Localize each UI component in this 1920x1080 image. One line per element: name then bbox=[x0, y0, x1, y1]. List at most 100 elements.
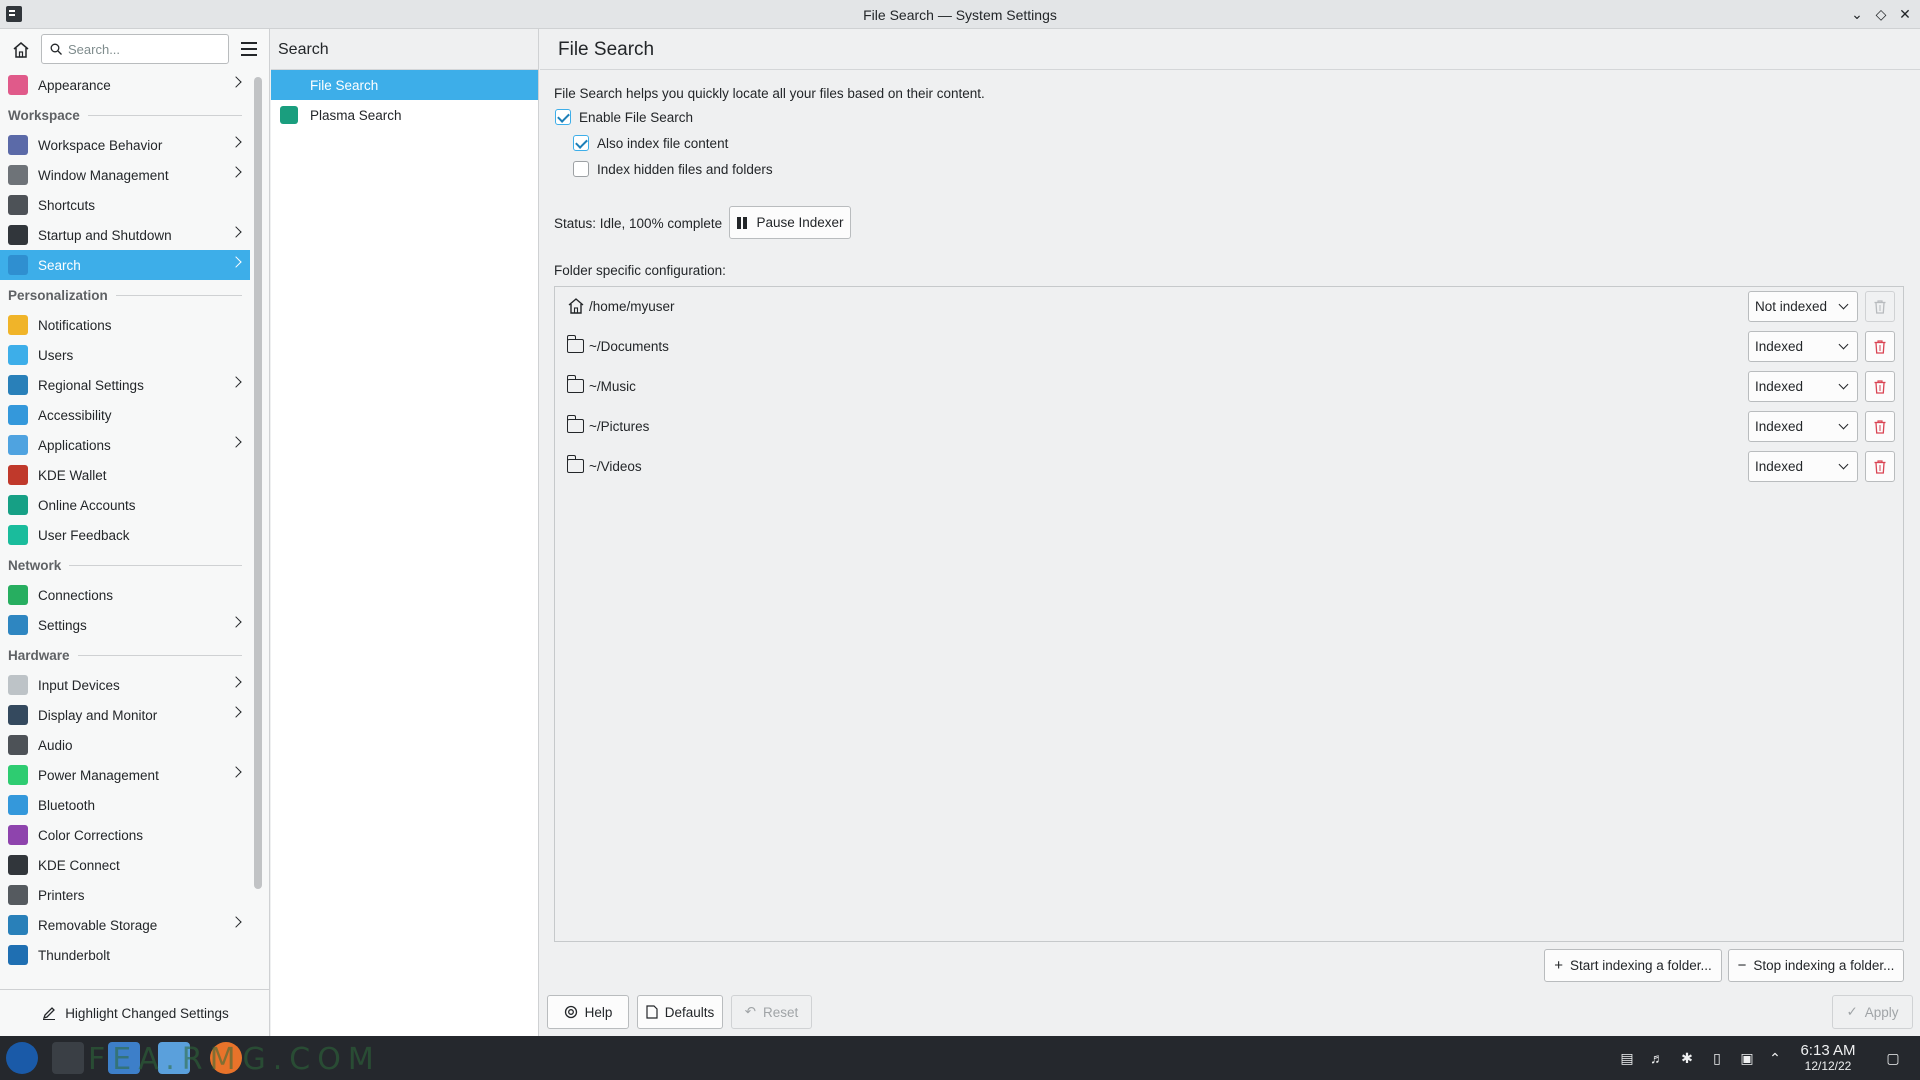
sidebar-item-kde-wallet[interactable]: KDE Wallet bbox=[0, 460, 250, 490]
section-divider bbox=[77, 654, 242, 656]
index-state-select[interactable]: Indexed bbox=[1748, 331, 1858, 362]
defaults-button[interactable]: Defaults bbox=[637, 995, 723, 1029]
sidebar-item-online-accounts[interactable]: Online Accounts bbox=[0, 490, 250, 520]
sidebar-item-kde-connect[interactable]: KDE Connect bbox=[0, 850, 250, 880]
close-icon[interactable]: ✕ bbox=[1896, 5, 1914, 23]
sidebar-item-appearance[interactable]: Appearance bbox=[0, 70, 250, 100]
search-input[interactable] bbox=[68, 40, 218, 58]
sidebar-item-thunderbolt[interactable]: Thunderbolt bbox=[0, 940, 250, 970]
folder-path: ~/Videos bbox=[589, 459, 642, 474]
hamburger-menu-icon[interactable] bbox=[238, 38, 260, 60]
chevron-right-icon bbox=[230, 376, 242, 388]
sidebar-item-printers[interactable]: Printers bbox=[0, 880, 250, 910]
highlight-label: Highlight Changed Settings bbox=[65, 1005, 229, 1021]
sidebar-item-power-management[interactable]: Power Management bbox=[0, 760, 250, 790]
checkbox-box[interactable] bbox=[573, 135, 589, 151]
folder-icon bbox=[566, 415, 584, 433]
sidebar-item-user-feedback[interactable]: User Feedback bbox=[0, 520, 250, 550]
sidebar-item-bluetooth[interactable]: Bluetooth bbox=[0, 790, 250, 820]
sidebar-item-startup-and-shutdown[interactable]: Startup and Shutdown bbox=[0, 220, 250, 250]
reset-button[interactable]: ↶ Reset bbox=[731, 995, 812, 1029]
sidebar-item-label: Audio bbox=[38, 737, 73, 753]
show-desktop-icon[interactable]: ▢ bbox=[1884, 1049, 1902, 1067]
sidebar-section-personalization: Personalization bbox=[0, 280, 250, 310]
subcategory-item-file-search[interactable]: File Search bbox=[271, 70, 538, 100]
start-indexing-button[interactable]: + Start indexing a folder... bbox=[1544, 949, 1722, 982]
sidebar-item-workspace-behavior[interactable]: Workspace Behavior bbox=[0, 130, 250, 160]
sidebar-item-label: Removable Storage bbox=[38, 917, 158, 933]
stop-indexing-button[interactable]: − Stop indexing a folder... bbox=[1728, 949, 1904, 982]
defaults-label: Defaults bbox=[664, 1004, 715, 1020]
chevron-right-icon bbox=[230, 136, 242, 148]
sidebar-item-color-corrections[interactable]: Color Corrections bbox=[0, 820, 250, 850]
sidebar-item-input-devices[interactable]: Input Devices bbox=[0, 670, 250, 700]
sidebar-item-search[interactable]: Search bbox=[0, 250, 250, 280]
help-button[interactable]: Help bbox=[547, 995, 629, 1029]
enable-file-search-checkbox[interactable]: Enable File Search bbox=[555, 109, 693, 125]
sidebar-item-audio[interactable]: Audio bbox=[0, 730, 250, 760]
sidebar-item-label: Connections bbox=[38, 587, 114, 603]
delete-folder-button[interactable] bbox=[1865, 451, 1895, 482]
search-icon bbox=[50, 43, 62, 55]
sidebar-item-label: Startup and Shutdown bbox=[38, 227, 172, 243]
system-settings-task-icon[interactable] bbox=[52, 1042, 84, 1074]
sidebar-scrollbar[interactable] bbox=[254, 77, 262, 889]
sidebar-item-label: Display and Monitor bbox=[38, 707, 158, 723]
maximize-icon[interactable]: ◇ bbox=[1872, 5, 1890, 23]
appearance-icon bbox=[8, 75, 28, 95]
sidebar-item-connections[interactable]: Connections bbox=[0, 580, 250, 610]
apply-button[interactable]: ✓ Apply bbox=[1832, 995, 1913, 1029]
index-state-select[interactable]: Indexed bbox=[1748, 451, 1858, 482]
index-hidden-checkbox[interactable]: Index hidden files and folders bbox=[573, 161, 773, 177]
sidebar-item-window-management[interactable]: Window Management bbox=[0, 160, 250, 190]
thunderbolt-icon bbox=[8, 945, 28, 965]
subcategory-item-plasma-search[interactable]: Plasma Search bbox=[271, 100, 538, 130]
document-icon bbox=[646, 1005, 658, 1019]
tray-expand-icon[interactable]: ⌃ bbox=[1766, 1049, 1784, 1067]
delete-folder-button[interactable] bbox=[1865, 331, 1895, 362]
sidebar: Appearance Workspace Workspace Behavior Win… bbox=[0, 29, 270, 1036]
chevron-right-icon bbox=[230, 766, 242, 778]
sidebar-item-regional-settings[interactable]: Regional Settings bbox=[0, 370, 250, 400]
index-state-select[interactable]: Indexed bbox=[1748, 371, 1858, 402]
workspace-behavior-icon bbox=[8, 135, 28, 155]
index-state-select[interactable]: Indexed bbox=[1748, 411, 1858, 442]
clipboard-icon[interactable]: ▤ bbox=[1618, 1049, 1636, 1067]
sidebar-item-applications[interactable]: Applications bbox=[0, 430, 250, 460]
network-icon[interactable]: ▣ bbox=[1738, 1049, 1756, 1067]
pause-indexer-button[interactable]: Pause Indexer bbox=[729, 206, 851, 239]
battery-icon[interactable]: ▯ bbox=[1708, 1049, 1726, 1067]
plus-icon: + bbox=[1554, 957, 1563, 974]
volume-icon[interactable]: ♬ bbox=[1648, 1049, 1666, 1067]
accessibility-icon bbox=[8, 405, 28, 425]
index-state-select[interactable]: Not indexed bbox=[1748, 291, 1858, 322]
search-field[interactable] bbox=[41, 34, 229, 64]
minimize-icon[interactable]: ⌄ bbox=[1848, 5, 1866, 23]
trash-icon bbox=[1874, 340, 1886, 354]
sidebar-item-label: Power Management bbox=[38, 767, 159, 783]
home-icon[interactable] bbox=[8, 37, 34, 63]
delete-folder-button[interactable] bbox=[1865, 411, 1895, 442]
highlight-changed-settings-button[interactable]: Highlight Changed Settings bbox=[0, 989, 270, 1036]
folder-icon bbox=[566, 335, 584, 353]
trash-icon bbox=[1874, 380, 1886, 394]
power-management-icon bbox=[8, 765, 28, 785]
start-indexing-label: Start indexing a folder... bbox=[1569, 958, 1712, 973]
clock[interactable]: 6:13 AM 12/12/22 bbox=[1790, 1042, 1866, 1073]
delete-folder-button[interactable] bbox=[1865, 291, 1895, 322]
index-file-content-checkbox[interactable]: Also index file content bbox=[573, 135, 728, 151]
sidebar-item-settings[interactable]: Settings bbox=[0, 610, 250, 640]
checkbox-box[interactable] bbox=[573, 161, 589, 177]
bluetooth-icon[interactable]: ✱ bbox=[1678, 1049, 1696, 1067]
sidebar-item-accessibility[interactable]: Accessibility bbox=[0, 400, 250, 430]
sidebar-item-display-and-monitor[interactable]: Display and Monitor bbox=[0, 700, 250, 730]
sidebar-item-removable-storage[interactable]: Removable Storage bbox=[0, 910, 250, 940]
app-launcher-icon[interactable] bbox=[6, 1042, 38, 1074]
sidebar-item-users[interactable]: Users bbox=[0, 340, 250, 370]
delete-folder-button[interactable] bbox=[1865, 371, 1895, 402]
sidebar-item-notifications[interactable]: Notifications bbox=[0, 310, 250, 340]
folder-icon bbox=[566, 455, 584, 473]
sidebar-item-label: Input Devices bbox=[38, 677, 120, 693]
checkbox-box[interactable] bbox=[555, 109, 571, 125]
sidebar-item-shortcuts[interactable]: Shortcuts bbox=[0, 190, 250, 220]
